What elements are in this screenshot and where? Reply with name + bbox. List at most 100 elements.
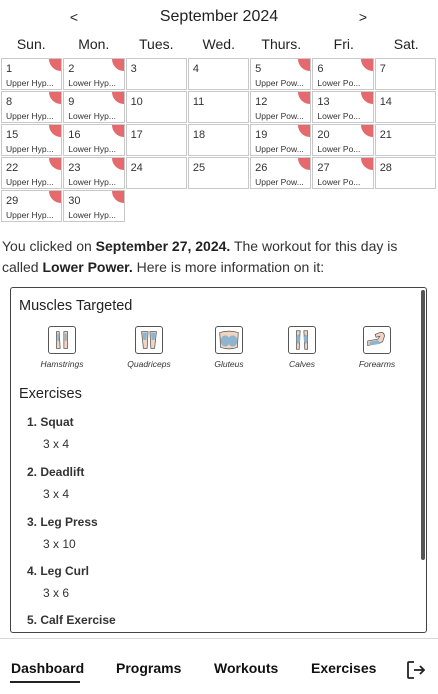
tab-dashboard[interactable]: Dashboard [11,660,84,676]
next-month-button[interactable]: > [353,9,373,25]
calendar-day-cell[interactable]: 21 [374,124,436,156]
weekday-label: Mon. [78,36,110,52]
muscle-item-forearms: Forearms [347,326,407,369]
calendar-day-cell[interactable]: 24 [125,157,187,189]
day-workout-label: Upper Pow... [255,144,304,154]
workout-indicator-dot [298,158,311,170]
calendar-day-cell[interactable]: 6 Lower Po... [312,58,374,90]
workout-details-panel[interactable]: Muscles Targeted Hamstrings Quadriceps G… [10,287,427,633]
tab-programs[interactable]: Programs [116,660,181,676]
quadriceps-icon [135,326,163,354]
day-number: 25 [192,162,206,174]
calendar-day-cell[interactable]: 18 [187,124,250,156]
exercise-name: 3. Leg Press [27,515,98,529]
calendar-day-cell[interactable]: 17 [125,124,187,156]
day-number: 24 [130,162,143,174]
day-number: 18 [192,129,206,141]
day-workout-label: Upper Hyp... [6,78,54,88]
exercise-sets: 3 x 6 [43,586,70,600]
exercise-item: 3. Leg Press 3 x 10 [27,515,98,551]
day-number: 9 [68,96,75,108]
calendar-day-cell[interactable]: 23 Lower Hyp... [63,157,125,189]
calves-icon [288,326,316,354]
workout-indicator-dot [49,125,62,137]
selected-date: September 27, 2024. [95,238,231,254]
calendar-week-row: 15 Upper Hyp... 16 Lower Hyp... 17 18 19 Upper … [1,124,437,157]
calendar-day-cell[interactable]: 3 [125,58,187,90]
calendar-day-cell[interactable]: 13 Lower Po... [312,91,374,123]
calendar-day-cell[interactable]: 19 Upper Pow... [250,124,312,156]
exercise-name: 2. Deadlift [27,465,85,479]
selected-workout-name: Lower Power. [42,259,133,275]
tab-exercises[interactable]: Exercises [311,660,376,676]
calendar-day-cell[interactable]: 28 [374,157,436,189]
calendar-day-cell[interactable]: 22 Upper Hyp... [1,157,63,189]
active-tab-indicator [10,681,80,683]
calendar-empty-cell [250,190,312,222]
day-number: 17 [130,129,143,141]
workout-indicator-dot [360,59,373,71]
exercise-name: 5. Calf Exercise [27,613,116,627]
calendar-day-cell[interactable]: 26 Upper Pow... [250,157,312,189]
day-number: 6 [317,63,324,75]
weekday-label: Sat. [393,36,419,52]
day-number: 3 [130,63,137,75]
calendar-day-cell[interactable]: 12 Upper Pow... [250,91,312,123]
day-number: 8 [6,96,13,108]
calendar-day-cell[interactable]: 30 Lower Hyp... [63,190,125,222]
info-prefix: You clicked on [2,238,96,254]
calendar-day-cell[interactable]: 2 Lower Hyp... [63,58,125,90]
day-number: 21 [379,129,392,141]
calendar-week-row: 8 Upper Hyp... 9 Lower Hyp... 10 11 12 Upper Po… [1,91,437,124]
calendar-day-cell[interactable]: 9 Lower Hyp... [63,91,125,123]
selected-day-info: You clicked on September 27, 2024. The w… [2,236,422,278]
weekday-label: Fri. [333,36,354,52]
day-workout-label: Lower Hyp... [68,144,116,154]
exercise-item: 1. Squat 3 x 4 [27,415,74,451]
day-workout-label: Upper Pow... [255,78,304,88]
hamstrings-icon [48,326,76,354]
muscle-label: Forearms [358,359,396,369]
calendar-day-cell[interactable]: 29 Upper Hyp... [1,190,63,222]
day-workout-label: Upper Hyp... [6,210,54,220]
calendar-header: < September 2024 > [0,0,438,34]
day-workout-label: Lower Po... [317,78,361,88]
calendar-day-cell[interactable]: 15 Upper Hyp... [1,124,63,156]
logout-icon[interactable] [405,659,427,681]
tab-workouts[interactable]: Workouts [214,660,278,676]
calendar-day-cell[interactable]: 25 [187,157,250,189]
muscle-item-hamstrings: Hamstrings [32,326,92,369]
calendar-day-cell[interactable]: 8 Upper Hyp... [1,91,63,123]
calendar-empty-cell [374,190,436,222]
calendar-grid: 1 Upper Hyp... 2 Lower Hyp... 3 4 5 Upper Pow..… [1,58,437,223]
day-number: 13 [317,96,330,108]
calendar-day-cell[interactable]: 5 Upper Pow... [250,58,312,90]
panel-scrollbar[interactable] [421,290,425,560]
day-number: 4 [192,63,199,75]
exercise-item: 5. Calf Exercise [27,613,116,627]
muscle-label: Quadriceps [127,359,171,369]
day-number: 15 [6,129,19,141]
calendar-day-cell[interactable]: 14 [374,91,436,123]
calendar-day-cell[interactable]: 10 [125,91,187,123]
calendar-day-cell[interactable]: 20 Lower Po... [312,124,374,156]
calendar-day-cell[interactable]: 11 [187,91,250,123]
weekday-label: Tues. [139,36,174,52]
workout-indicator-dot [49,59,62,71]
day-number: 12 [255,96,268,108]
calendar-week-row: 29 Upper Hyp... 30 Lower Hyp... [1,190,437,223]
day-number: 10 [130,96,143,108]
weekday-label: Sun. [16,36,46,52]
exercise-sets: 3 x 4 [43,437,70,451]
workout-indicator-dot [49,158,62,170]
calendar-day-cell[interactable]: 1 Upper Hyp... [1,58,63,90]
calendar-day-cell[interactable]: 7 [374,58,436,90]
day-number: 29 [6,195,19,207]
day-workout-label: Lower Hyp... [68,177,116,187]
calendar-day-cell[interactable]: 16 Lower Hyp... [63,124,125,156]
calendar-day-cell[interactable]: 27 Lower Po... [312,157,374,189]
exercise-sets: 3 x 4 [43,487,70,501]
calendar-day-cell[interactable]: 4 [187,58,250,90]
day-number: 20 [317,129,330,141]
workout-indicator-dot [49,191,62,203]
